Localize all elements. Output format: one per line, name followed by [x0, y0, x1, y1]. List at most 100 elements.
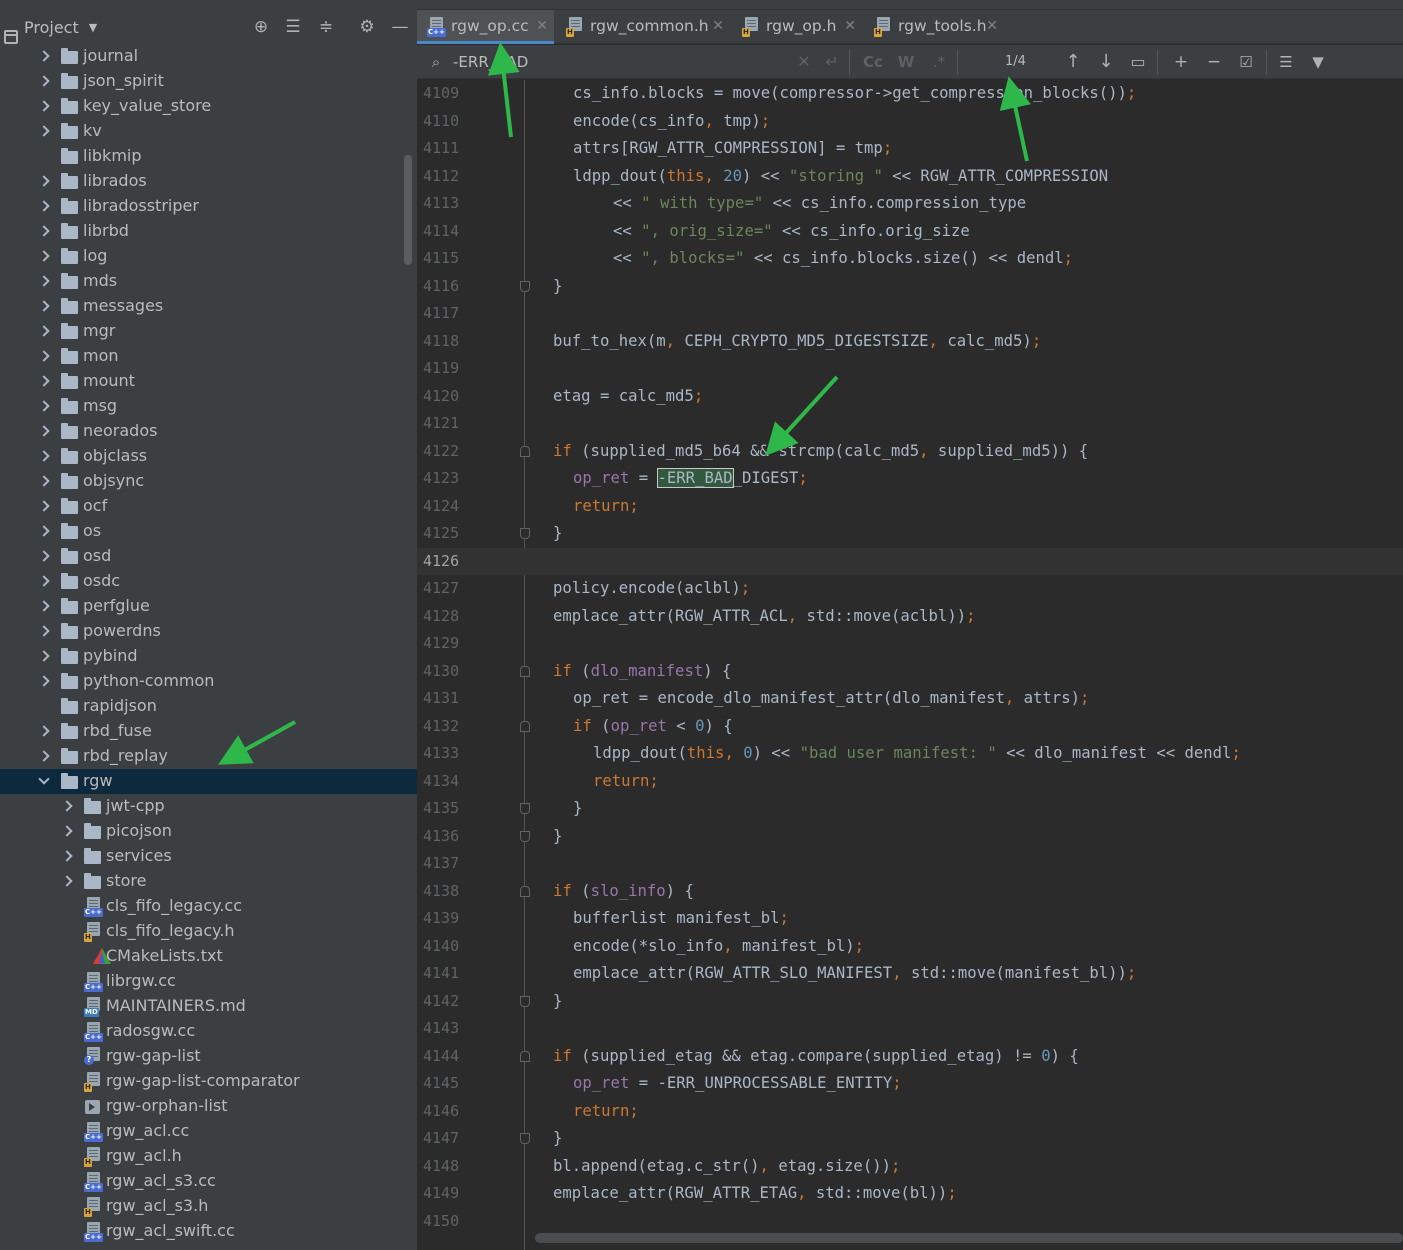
locate-file-icon[interactable]: ⊕: [251, 17, 271, 37]
tree-item-msg[interactable]: msg: [0, 394, 417, 419]
tree-item-picojson[interactable]: picojson: [0, 819, 417, 844]
tree-item-objsync[interactable]: objsync: [0, 469, 417, 494]
tree-item-rgw-acl-s3-cc[interactable]: C++ rgw_acl_s3.cc: [0, 1169, 417, 1194]
chevron-right-icon[interactable]: [38, 575, 50, 587]
filter-search-results-icon[interactable]: ☰: [1275, 51, 1297, 73]
code-line[interactable]: 4147}: [417, 1125, 1403, 1153]
chevron-right-icon[interactable]: [38, 400, 50, 412]
chevron-right-icon[interactable]: [38, 350, 50, 362]
chevron-right-icon[interactable]: [38, 600, 50, 612]
chevron-right-icon[interactable]: [38, 275, 50, 287]
chevron-right-icon[interactable]: [38, 550, 50, 562]
tree-item-cls-fifo-legacy-cc[interactable]: C++ cls_fifo_legacy.cc: [0, 894, 417, 919]
chevron-right-icon[interactable]: [38, 325, 50, 337]
chevron-right-icon[interactable]: [61, 850, 73, 862]
code-line[interactable]: 4125}: [417, 520, 1403, 548]
close-icon[interactable]: ✕: [986, 18, 998, 34]
tree-item-python-common[interactable]: python-common: [0, 669, 417, 694]
chevron-right-icon[interactable]: [38, 675, 50, 687]
tree-item-radosgw-cc[interactable]: C++ radosgw.cc: [0, 1019, 417, 1044]
code-line[interactable]: 4115 << ", blocks=" << cs_info.blocks.siz…: [417, 245, 1403, 273]
code-line[interactable]: 4114 << ", orig_size=" << cs_info.orig_si…: [417, 218, 1403, 246]
collapse-all-icon[interactable]: ≑: [316, 17, 336, 37]
code-editor[interactable]: 4109 cs_info.blocks = move(compressor->ge…: [417, 80, 1403, 1250]
previous-occurrence-icon[interactable]: ↑: [1062, 51, 1084, 73]
gear-icon[interactable]: ⚙: [357, 17, 377, 37]
code-line[interactable]: 4110 encode(cs_info, tmp);: [417, 108, 1403, 136]
chevron-right-icon[interactable]: [38, 125, 50, 137]
code-line[interactable]: 4141 emplace_attr(RGW_ATTR_SLO_MANIFEST, …: [417, 960, 1403, 988]
fold-open-icon[interactable]: [520, 885, 530, 897]
chevron-right-icon[interactable]: [38, 650, 50, 662]
chevron-right-icon[interactable]: [38, 725, 50, 737]
chevron-right-icon[interactable]: [61, 825, 73, 837]
regex-toggle[interactable]: .*: [927, 51, 951, 73]
chevron-right-icon[interactable]: [38, 75, 50, 87]
code-line[interactable]: 4109 cs_info.blocks = move(compressor->ge…: [417, 80, 1403, 108]
code-line[interactable]: 4149 emplace_attr(RGW_ATTR_ETAG, std::mov…: [417, 1180, 1403, 1208]
fold-close-icon[interactable]: [520, 1133, 530, 1144]
tree-item-rgw-acl-swift-cc[interactable]: C++ rgw_acl_swift.cc: [0, 1219, 417, 1244]
tree-item-journal[interactable]: journal: [0, 44, 417, 69]
chevron-down-icon[interactable]: ▼: [89, 21, 97, 34]
tree-item-log[interactable]: log: [0, 244, 417, 269]
fold-close-icon[interactable]: [520, 528, 530, 539]
fold-close-icon[interactable]: [520, 280, 530, 292]
chevron-right-icon[interactable]: [38, 200, 50, 212]
code-line[interactable]: 4113 << " with type=" << cs_info.compress…: [417, 190, 1403, 218]
chevron-right-icon[interactable]: [38, 475, 50, 487]
tree-item-os[interactable]: os: [0, 519, 417, 544]
code-line[interactable]: 4117: [417, 300, 1403, 328]
chevron-right-icon[interactable]: [38, 500, 50, 512]
close-icon[interactable]: ✕: [536, 18, 548, 34]
code-line[interactable]: 4118 buf_to_hex(m, CEPH_CRYPTO_MD5_DIGEST…: [417, 328, 1403, 356]
tree-item-rgw-orphan-list[interactable]: rgw-orphan-list: [0, 1094, 417, 1119]
match-case-toggle[interactable]: Cc: [861, 51, 885, 73]
tree-item-osdc[interactable]: osdc: [0, 569, 417, 594]
chevron-right-icon[interactable]: [38, 175, 50, 187]
tree-item-librbd[interactable]: librbd: [0, 219, 417, 244]
code-line[interactable]: 4112 ldpp_dout(this, 20) << "storing " <<…: [417, 163, 1403, 191]
tree-item-rgw-gap-list-comparator[interactable]: Hrgw-gap-list-comparator: [0, 1069, 417, 1094]
tree-item-rgw[interactable]: rgw: [0, 769, 417, 794]
code-line[interactable]: 4138 if (slo_info) {: [417, 878, 1403, 906]
chevron-down-icon[interactable]: [38, 775, 50, 787]
code-line[interactable]: 4137: [417, 850, 1403, 878]
tree-item-librgw-cc[interactable]: C++ librgw.cc: [0, 969, 417, 994]
fold-close-icon[interactable]: [520, 803, 530, 814]
tree-item-json-spirit[interactable]: json_spirit: [0, 69, 417, 94]
fold-open-icon[interactable]: [520, 665, 530, 677]
horizontal-scrollbar[interactable]: [535, 1233, 1403, 1243]
code-line[interactable]: 4148 bl.append(etag.c_str(), etag.size())…: [417, 1153, 1403, 1181]
project-panel-title[interactable]: Project: [24, 18, 79, 37]
code-line[interactable]: 4111 attrs[RGW_ATTR_COMPRESSION] = tmp;: [417, 135, 1403, 163]
code-line[interactable]: 4139 bufferlist manifest_bl;: [417, 905, 1403, 933]
code-line[interactable]: 4131 op_ret = encode_dlo_manifest_attr(dl…: [417, 685, 1403, 713]
code-line[interactable]: 4133 ldpp_dout(this, 0) << "bad user mani…: [417, 740, 1403, 768]
tree-item-maintainers-md[interactable]: MD MAINTAINERS.md: [0, 994, 417, 1019]
code-line[interactable]: 4146 return;: [417, 1098, 1403, 1126]
tree-item-kv[interactable]: kv: [0, 119, 417, 144]
code-line[interactable]: 4128 emplace_attr(RGW_ATTR_ACL, std::move…: [417, 603, 1403, 631]
tree-item-rgw-acl-h[interactable]: Hrgw_acl.h: [0, 1144, 417, 1169]
unselect-occurrence-icon[interactable]: −: [1202, 51, 1226, 73]
code-line[interactable]: 4135}: [417, 795, 1403, 823]
tree-item-osd[interactable]: osd: [0, 544, 417, 569]
tree-item-cls-fifo-legacy-h[interactable]: Hcls_fifo_legacy.h: [0, 919, 417, 944]
tree-item-rgw-gap-list[interactable]: ? rgw-gap-list: [0, 1044, 417, 1069]
tree-item-perfglue[interactable]: perfglue: [0, 594, 417, 619]
tree-item-mds[interactable]: mds: [0, 269, 417, 294]
code-line[interactable]: 4123 op_ret = -ERR_BAD_DIGEST;: [417, 465, 1403, 493]
tree-item-libradosstriper[interactable]: libradosstriper: [0, 194, 417, 219]
tree-item-ocf[interactable]: ocf: [0, 494, 417, 519]
open-in-window-icon[interactable]: ▭: [1127, 51, 1149, 73]
chevron-right-icon[interactable]: [38, 50, 50, 62]
fold-close-icon[interactable]: [520, 995, 530, 1007]
tree-item-librados[interactable]: librados: [0, 169, 417, 194]
fold-open-icon[interactable]: [520, 720, 530, 732]
code-line[interactable]: 4132 if (op_ret < 0) {: [417, 713, 1403, 741]
chevron-right-icon[interactable]: [61, 875, 73, 887]
tree-item-key-value-store[interactable]: key_value_store: [0, 94, 417, 119]
add-selection-icon[interactable]: +: [1169, 51, 1193, 73]
tree-item-mount[interactable]: mount: [0, 369, 417, 394]
